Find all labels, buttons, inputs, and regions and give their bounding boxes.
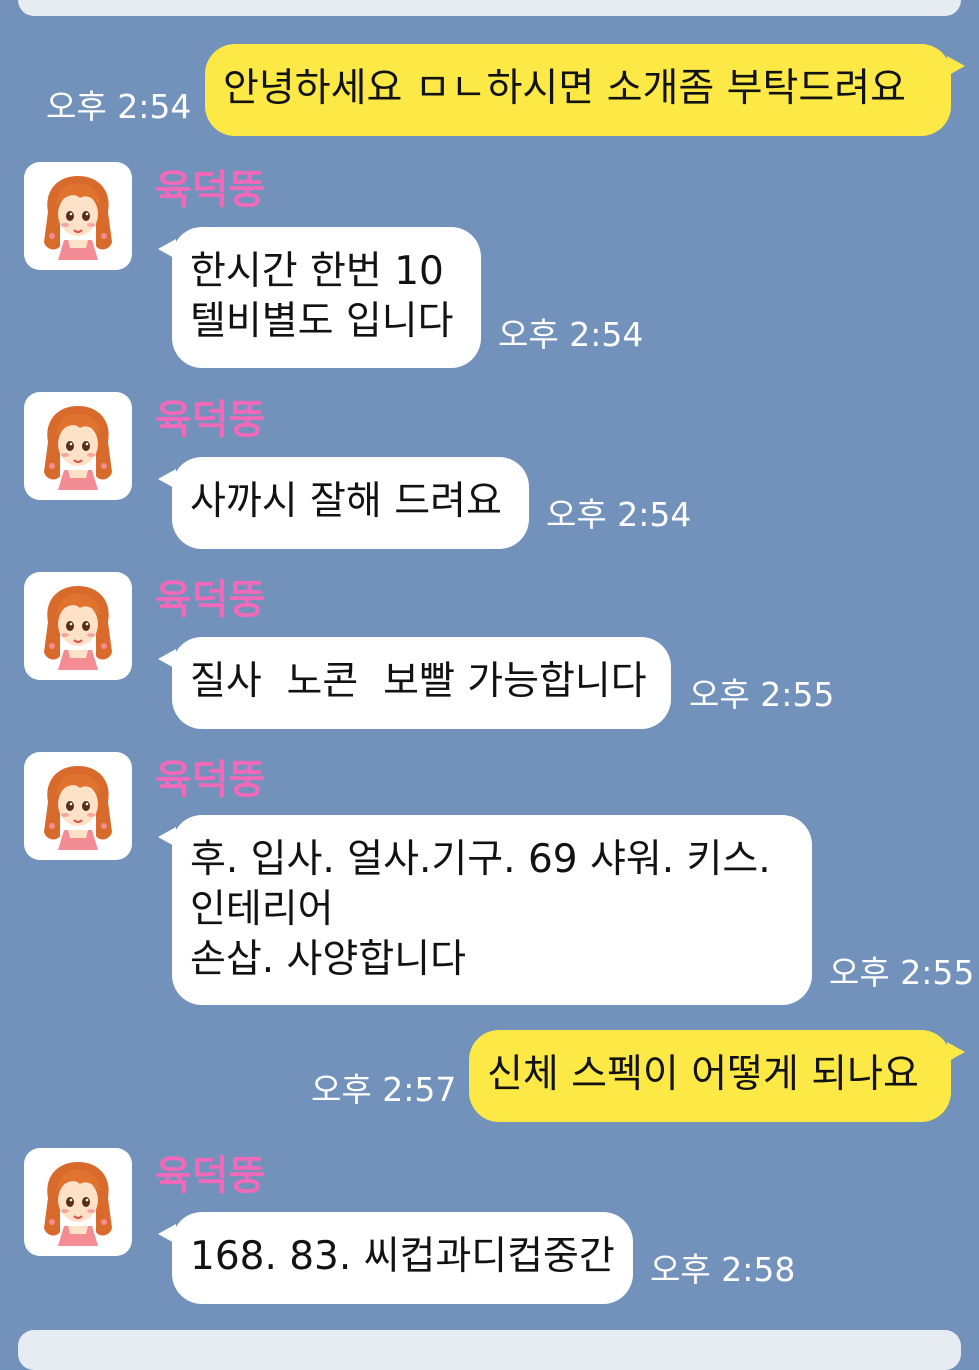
received-message-bubble[interactable]: 사까시 잘해 드려요 — [158, 457, 529, 549]
message-timestamp: 오후 2:57 — [311, 1070, 457, 1109]
message-timestamp: 오후 2:54 — [498, 315, 644, 354]
profile-avatar-girl-icon — [40, 172, 116, 260]
message-timestamp: 오후 2:55 — [829, 953, 975, 992]
received-message-bubble[interactable]: 168. 83. 씨컵과디컵중간 — [158, 1212, 633, 1304]
profile-avatar-girl-icon — [40, 762, 116, 850]
message-timestamp: 오후 2:54 — [46, 87, 192, 126]
sender-name: 육덕뚱 — [155, 577, 266, 623]
profile-avatar-girl-icon — [40, 402, 116, 490]
sender-name: 육덕뚱 — [155, 167, 266, 213]
my-message-bubble[interactable]: 신체 스펙이 어떻게 되나요 — [469, 1030, 965, 1122]
profile-avatar-girl-icon — [40, 1158, 116, 1246]
sender-avatar[interactable] — [24, 162, 132, 270]
sender-name: 육덕뚱 — [155, 757, 266, 803]
sender-avatar[interactable] — [24, 1148, 132, 1256]
received-message-bubble[interactable]: 후. 입사. 얼사.기구. 69 샤워. 키스. 인테리어 손삽. 사양합니다 — [158, 815, 812, 1005]
message-timestamp: 오후 2:58 — [650, 1250, 796, 1289]
sender-name: 육덕뚱 — [155, 397, 266, 443]
received-message-bubble[interactable]: 한시간 한번 10 텔비별도 입니다 — [158, 227, 481, 368]
received-message-bubble[interactable]: 질사 노콘 보빨 가능합니다 — [158, 637, 671, 729]
profile-avatar-girl-icon — [40, 582, 116, 670]
message-timestamp: 오후 2:54 — [546, 495, 692, 534]
bottom-system-bar — [18, 1330, 961, 1370]
sender-avatar[interactable] — [24, 752, 132, 860]
sender-avatar[interactable] — [24, 392, 132, 500]
message-timestamp: 오후 2:55 — [689, 675, 835, 714]
sender-avatar[interactable] — [24, 572, 132, 680]
top-system-bar — [18, 0, 961, 16]
sender-name: 육덕뚱 — [155, 1153, 266, 1199]
my-message-bubble[interactable]: 안녕하세요 ㅁㄴ하시면 소개좀 부탁드려요 — [205, 44, 965, 136]
